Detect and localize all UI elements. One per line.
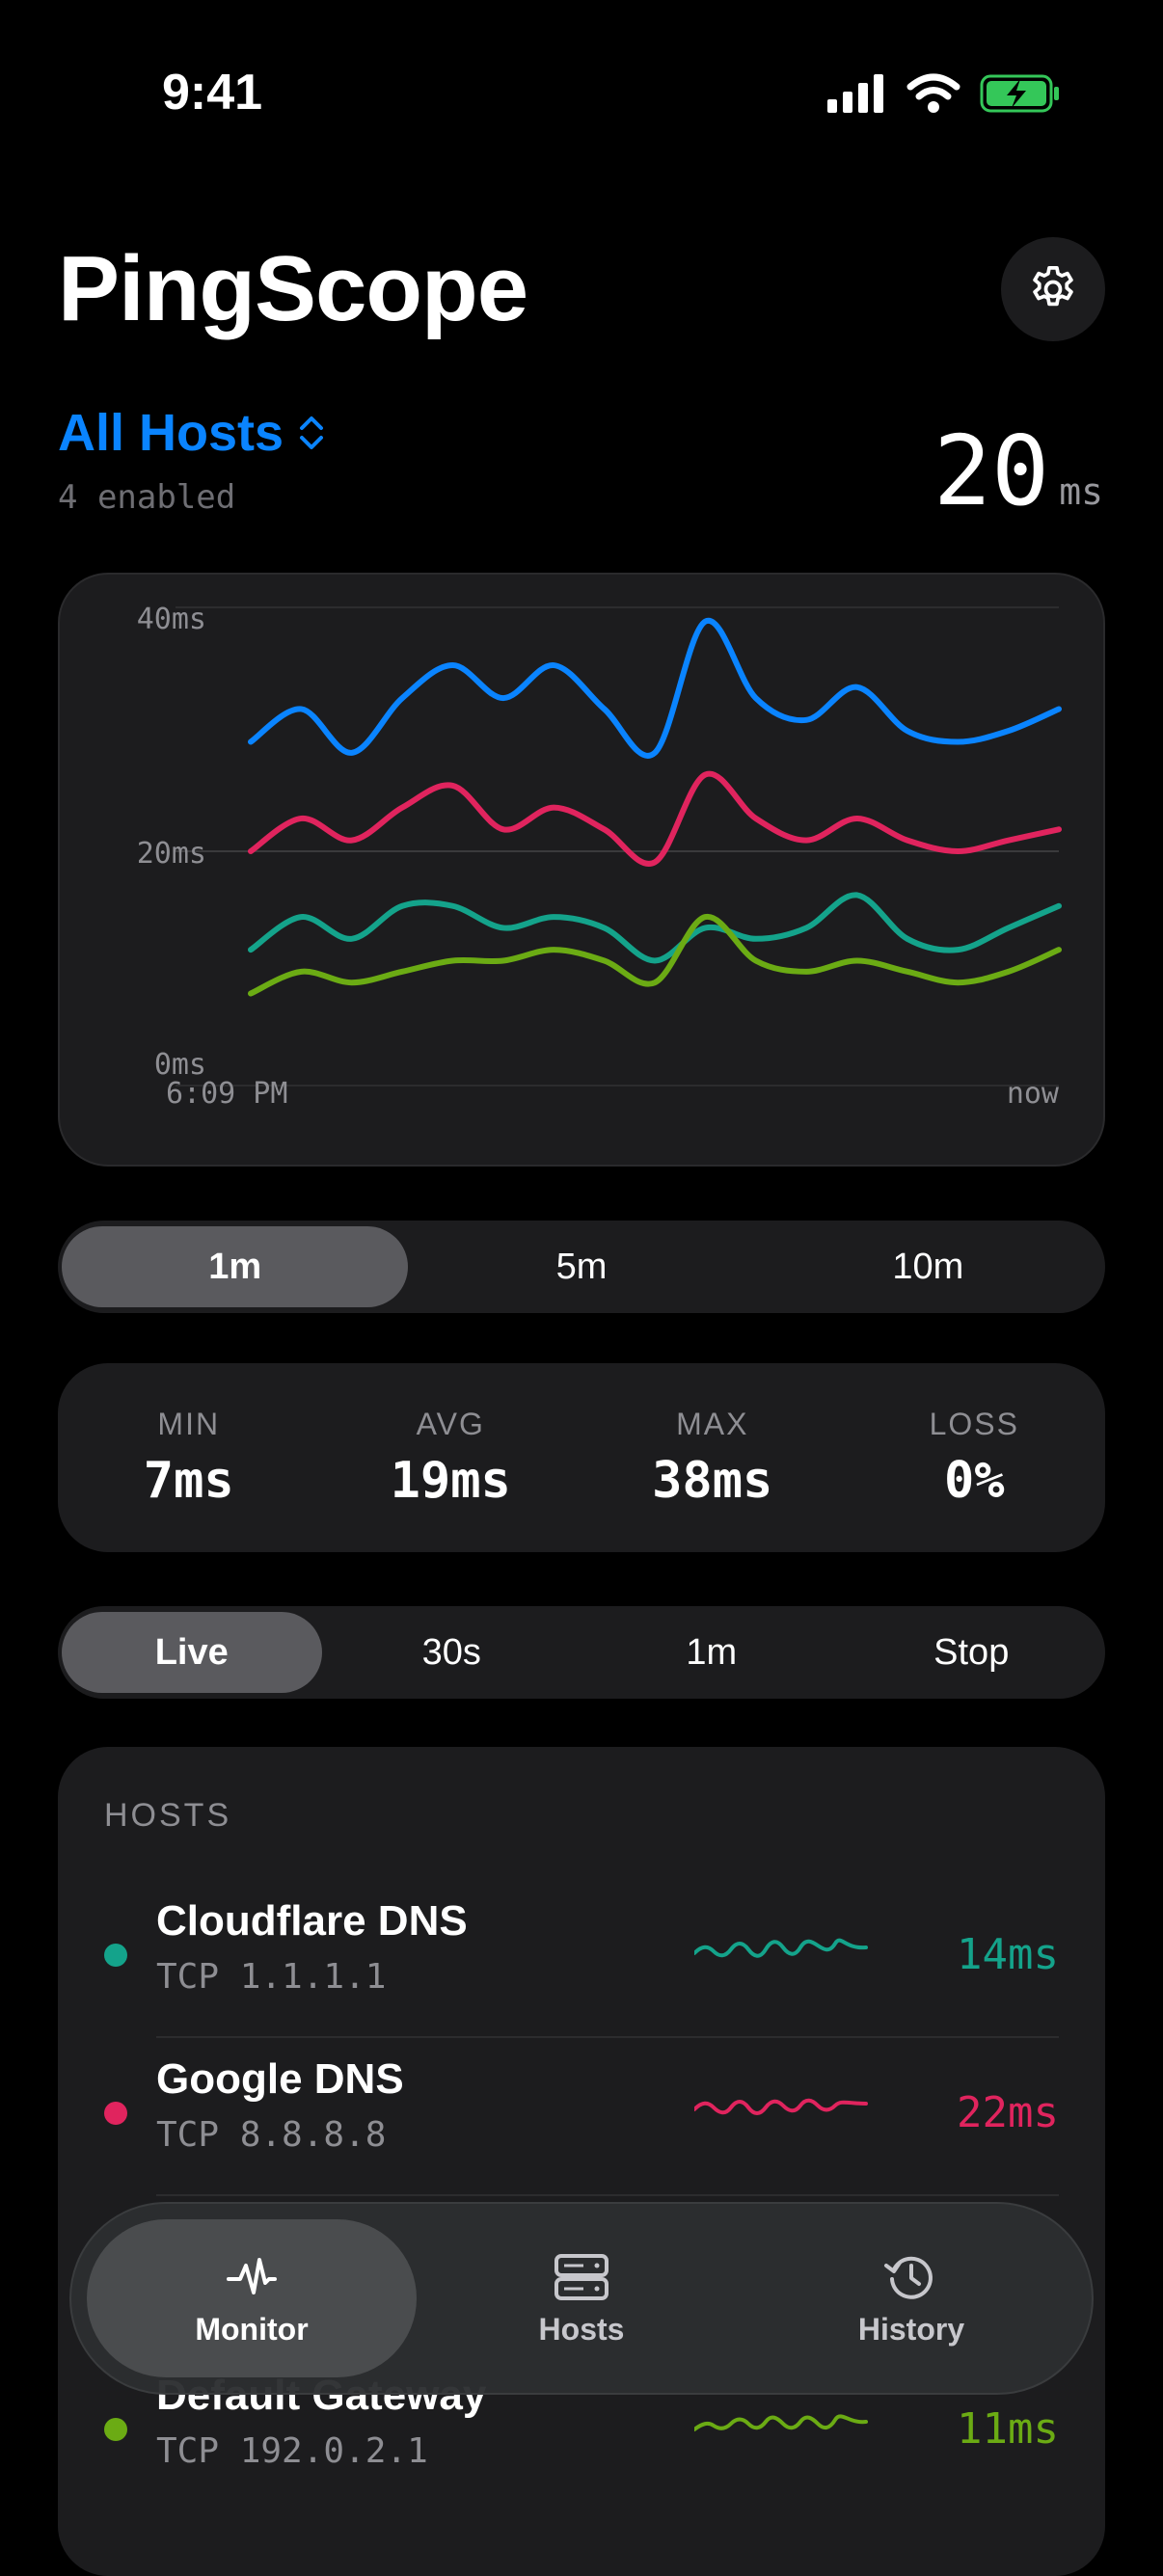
stat-value: 0%	[943, 1451, 1005, 1510]
host-row[interactable]: Google DNS TCP 8.8.8.8 22ms	[58, 2038, 1105, 2196]
stat-label: MAX	[676, 1406, 749, 1441]
stat-label: LOSS	[929, 1406, 1019, 1441]
tab-history[interactable]: History	[746, 2219, 1076, 2377]
interval-option-stop[interactable]: Stop	[842, 1612, 1102, 1693]
tab-bar: Monitor Hosts History	[69, 2202, 1094, 2395]
stats-card: MIN 7ms AVG 19ms MAX 38ms LOSS 0%	[58, 1363, 1105, 1552]
gear-icon	[1033, 265, 1073, 307]
settings-button[interactable]	[1001, 237, 1105, 341]
interval-segment[interactable]: Live 30s 1m Stop	[58, 1606, 1105, 1699]
latency-chart: 40ms20ms0ms6:09 PM now	[137, 603, 1062, 1111]
chart-series-line-0	[248, 617, 1062, 759]
window-option-5m[interactable]: 5m	[408, 1226, 754, 1307]
y-tick-label: 20ms	[137, 837, 206, 871]
window-option-10m[interactable]: 10m	[755, 1226, 1101, 1307]
stat-max: MAX 38ms	[582, 1363, 844, 1552]
host-sparkline	[694, 2414, 868, 2431]
host-status-dot	[104, 2102, 127, 2125]
host-selector[interactable]: All Hosts	[58, 403, 326, 463]
x-tick-label: 6:09 PM	[166, 1077, 287, 1111]
server-icon	[554, 2253, 609, 2300]
chart-series-line-1	[248, 770, 1062, 867]
status-icons	[827, 73, 1061, 114]
waveform-icon	[227, 2257, 277, 2294]
host-status-dot	[104, 1944, 127, 1967]
host-row[interactable]: Cloudflare DNS TCP 1.1.1.1 14ms	[58, 1880, 1105, 2038]
page-title: PingScope	[58, 237, 528, 340]
stat-value: 19ms	[390, 1451, 511, 1510]
chart-series-line-2	[248, 892, 1062, 964]
tab-label: History	[857, 2311, 965, 2347]
cellular-signal-icon	[827, 74, 883, 113]
window-option-1m[interactable]: 1m	[62, 1226, 409, 1307]
stat-value: 7ms	[143, 1451, 234, 1510]
host-selector-label: All Hosts	[58, 404, 284, 462]
host-sparkline	[694, 2098, 868, 2115]
host-status-dot	[104, 2418, 127, 2441]
host-name: Cloudflare DNS	[156, 1897, 468, 1945]
host-address: TCP 8.8.8.8	[156, 2115, 387, 2155]
status-bar: 9:41	[0, 0, 1163, 193]
tab-label: Hosts	[538, 2311, 625, 2347]
host-latency: 22ms	[957, 2088, 1059, 2137]
wifi-icon	[906, 73, 960, 113]
host-address: TCP 192.0.2.1	[156, 2431, 428, 2471]
tab-hosts[interactable]: Hosts	[417, 2219, 746, 2377]
host-latency: 14ms	[957, 1930, 1059, 1979]
hosts-header: HOSTS	[104, 1797, 232, 1834]
current-latency: 20 ms	[933, 415, 1103, 527]
history-icon	[884, 2256, 933, 2299]
status-time: 9:41	[162, 65, 263, 121]
chart-window-segment[interactable]: 1m 5m 10m	[58, 1221, 1105, 1313]
host-latency: 11ms	[957, 2404, 1059, 2454]
host-address: TCP 1.1.1.1	[156, 1957, 387, 1997]
chevron-up-down-icon	[300, 416, 324, 449]
current-latency-value: 20	[933, 415, 1050, 527]
stat-label: MIN	[157, 1406, 221, 1441]
interval-option-live[interactable]: Live	[62, 1612, 322, 1693]
tab-label: Monitor	[195, 2311, 309, 2347]
stat-label: AVG	[416, 1406, 485, 1441]
x-tick-label: now	[1007, 1077, 1060, 1111]
host-name: Google DNS	[156, 2055, 404, 2103]
battery-charging-icon	[980, 74, 1059, 113]
enabled-count: 4 enabled	[58, 478, 236, 517]
stat-loss: LOSS 0%	[844, 1363, 1106, 1552]
stat-avg: AVG 19ms	[320, 1363, 582, 1552]
stat-min: MIN 7ms	[58, 1363, 320, 1552]
y-tick-label: 40ms	[137, 603, 206, 636]
stat-value: 38ms	[652, 1451, 773, 1510]
interval-option-30s[interactable]: 30s	[322, 1612, 582, 1693]
tab-monitor[interactable]: Monitor	[87, 2219, 417, 2377]
latency-chart-card: 40ms 20ms 0ms 6:09 PM now	[58, 573, 1105, 1167]
hosts-card: HOSTS Cloudflare DNS TCP 1.1.1.1 14ms Go…	[58, 1747, 1105, 2576]
current-latency-unit: ms	[1059, 470, 1103, 513]
host-sparkline	[694, 1938, 868, 1958]
interval-option-1m[interactable]: 1m	[582, 1612, 842, 1693]
